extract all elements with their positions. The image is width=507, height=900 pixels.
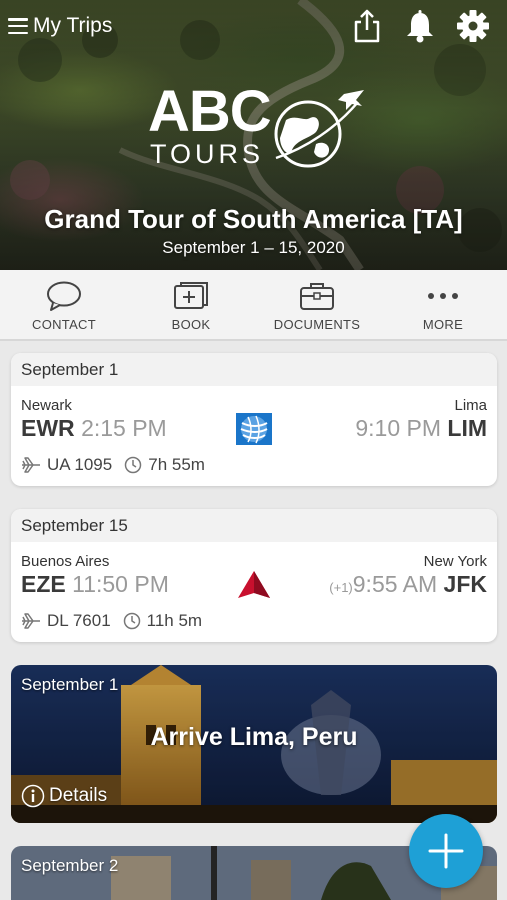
info-icon (21, 784, 45, 808)
trip-dates: September 1 – 15, 2020 (162, 238, 345, 257)
departure-time: 2:15 PM (81, 415, 167, 441)
destination-city: New York (423, 553, 487, 570)
logo-abc-text: ABC (148, 79, 272, 144)
flight-duration: 11h 5m (146, 611, 203, 630)
trip-title: Grand Tour of South America [TA] (44, 204, 463, 234)
book-add-icon (174, 282, 208, 309)
documents-button[interactable]: DOCUMENTS (262, 270, 372, 341)
departure-time: 11:50 PM (72, 571, 169, 597)
plane-icon (22, 457, 40, 473)
book-label: BOOK (171, 317, 211, 332)
share-icon[interactable] (350, 8, 384, 44)
flight-date: September 1 (11, 353, 497, 386)
flight-number: UA 1095 (47, 455, 113, 474)
origin-city: Buenos Aires (21, 553, 110, 570)
departure-row: EZE 11:50 PM (21, 571, 169, 598)
destination-code: JFK (443, 571, 487, 597)
add-button[interactable] (409, 814, 483, 888)
flight-card[interactable]: September 1 Newark Lima EWR 2:15 PM 9:10… (11, 353, 497, 486)
origin-code: EWR (21, 415, 75, 441)
contact-label: CONTACT (32, 317, 96, 332)
logo-tours-text: TOURS (150, 139, 265, 169)
more-button[interactable]: MORE (388, 270, 498, 341)
trip-action-bar: CONTACT BOOK DOCUMENTS MORE (0, 270, 507, 341)
origin-code: EZE (21, 571, 66, 597)
united-globe-icon (236, 413, 272, 450)
event-date: September 2 (21, 856, 119, 875)
abc-tours-logo: ABC TOURS (148, 82, 368, 172)
flight-card[interactable]: September 15 Buenos Aires New York EZE 1… (11, 509, 497, 642)
clock-icon (123, 612, 140, 630)
arrival-row: 9:10 PM LIM (355, 415, 487, 442)
plane-icon (22, 613, 40, 629)
clock-icon (124, 456, 142, 474)
more-label: MORE (422, 317, 464, 332)
trip-hero: My Trips ABC TOURS Grand Tour of South A… (0, 0, 507, 270)
flight-number: DL 7601 (47, 611, 111, 630)
header-title: My Trips (33, 14, 113, 37)
menu-icon (8, 18, 28, 34)
departure-row: EWR 2:15 PM (21, 415, 167, 442)
top-bar: My Trips (0, 0, 507, 52)
chat-bubble-icon (47, 281, 81, 311)
event-card[interactable]: September 1 Arrive Lima, Peru Details (11, 665, 497, 823)
book-button[interactable]: BOOK (136, 270, 246, 341)
details-link[interactable]: Details (21, 784, 107, 808)
flight-date: September 15 (11, 509, 497, 542)
my-trips-menu-button[interactable]: My Trips (8, 12, 112, 40)
event-title: Arrive Lima, Peru (150, 723, 358, 751)
more-dots-icon (428, 293, 458, 299)
gear-icon[interactable] (456, 8, 490, 44)
bell-icon[interactable] (403, 8, 437, 44)
flight-meta: DL 7601 11h 5m (21, 611, 202, 631)
event-date: September 1 (21, 675, 119, 694)
arrival-row: (+1)9:55 AM JFK (329, 571, 487, 598)
details-label: Details (49, 785, 108, 806)
arrival-time: 9:55 AM (352, 571, 438, 597)
globe-plane-icon (274, 90, 364, 168)
plus-icon (428, 833, 464, 869)
destination-city: Lima (454, 397, 487, 414)
contact-button[interactable]: CONTACT (9, 270, 119, 341)
arrival-time: 9:10 PM (355, 415, 441, 441)
destination-code: LIM (447, 415, 487, 441)
day-offset: (+1) (329, 580, 353, 595)
delta-triangle-icon (236, 569, 272, 606)
origin-city: Newark (21, 397, 72, 414)
briefcase-icon (300, 283, 334, 310)
documents-label: DOCUMENTS (273, 317, 361, 332)
flight-meta: UA 1095 7h 55m (21, 455, 205, 475)
flight-duration: 7h 55m (148, 455, 205, 474)
